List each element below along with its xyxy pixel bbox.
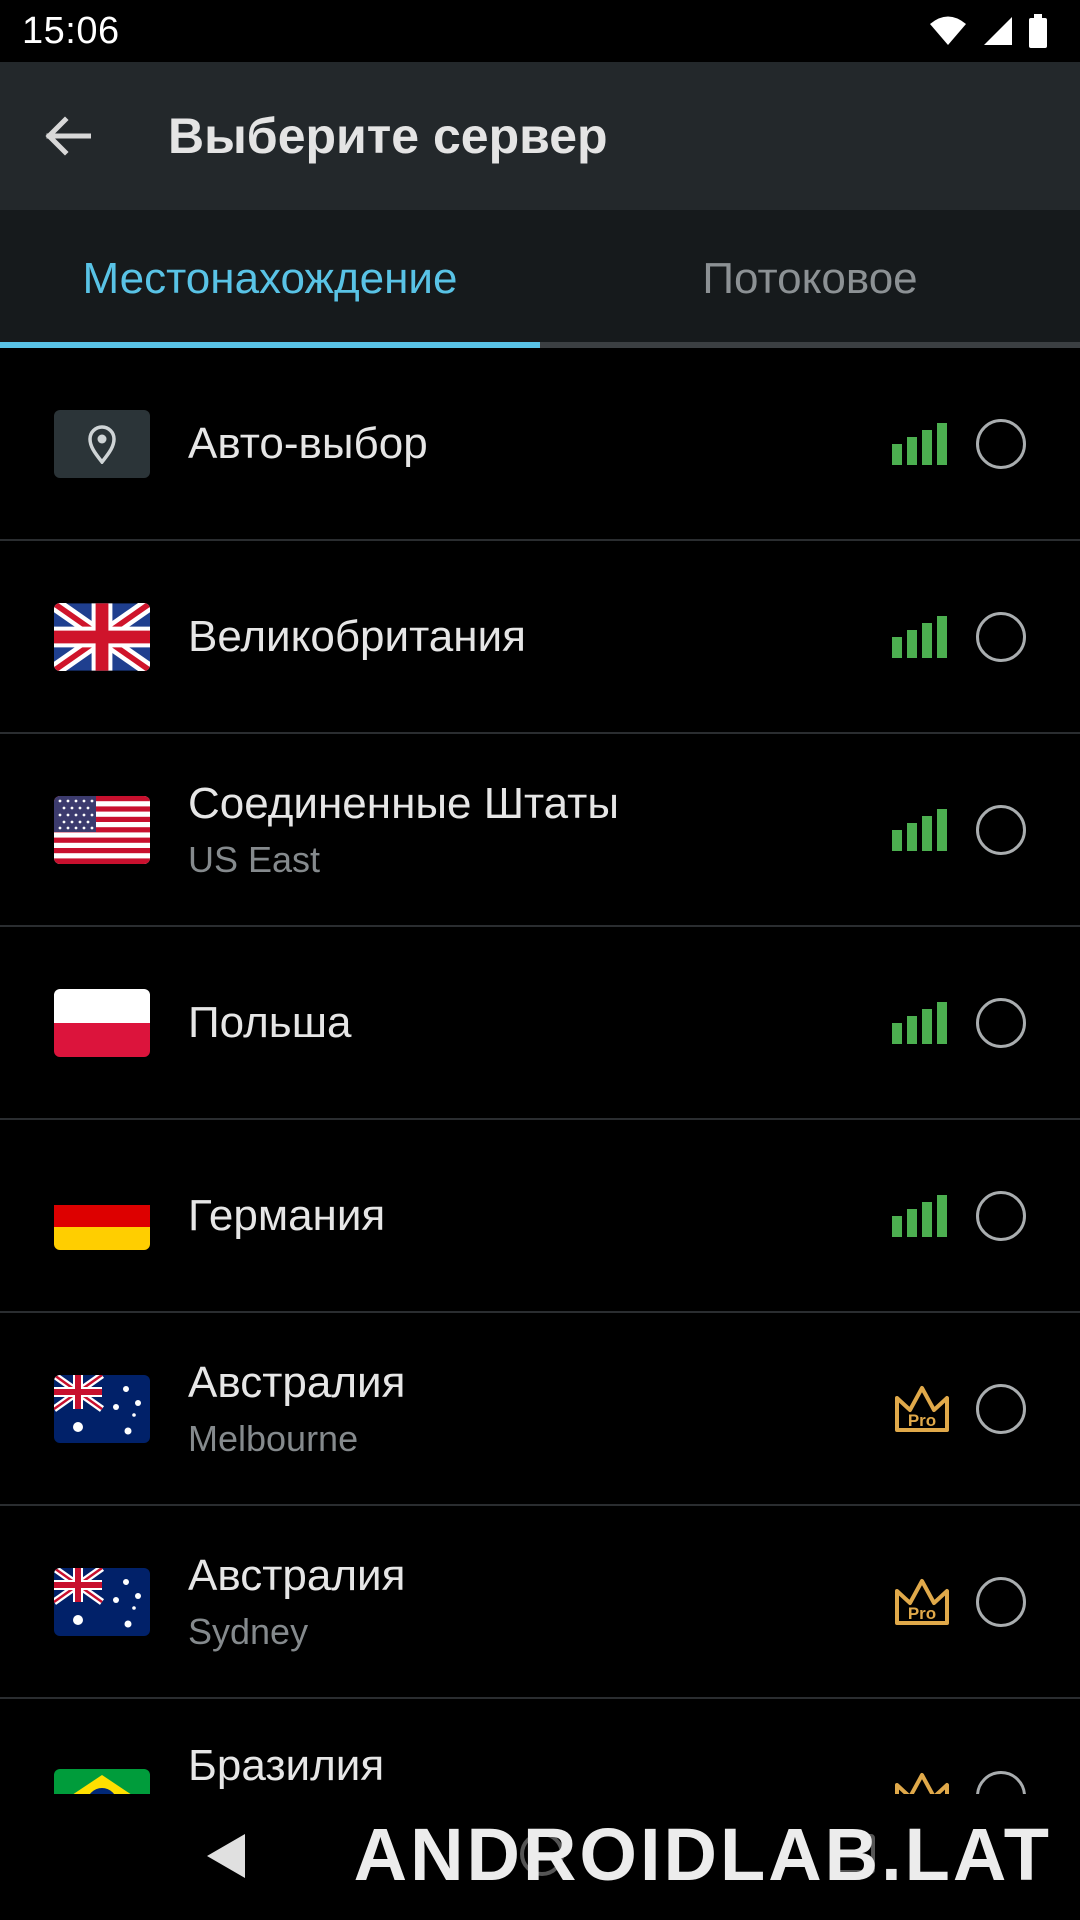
watermark: ANDROIDLAB.LAT xyxy=(353,1813,1052,1896)
server-text: Польша xyxy=(188,998,892,1048)
server-name: Соединенные Штаты xyxy=(188,778,619,828)
server-text: Соединенные Штаты US East xyxy=(188,779,892,881)
server-row-de[interactable]: Германия xyxy=(0,1120,1080,1313)
server-name: Германия xyxy=(188,1190,386,1240)
server-radio[interactable] xyxy=(976,1190,1026,1241)
server-row-us[interactable]: Соединенные Штаты US East xyxy=(0,734,1080,927)
tab-streaming-label: Потоковое xyxy=(702,254,918,303)
server-text: Австралия Melbourne xyxy=(188,1358,892,1460)
server-row-br[interactable]: Бразилия xyxy=(0,1699,1080,1794)
tab-bar: Местонахождение Потоковое xyxy=(0,210,1080,348)
nav-back-icon[interactable] xyxy=(205,1832,249,1880)
server-name: Великобритания xyxy=(188,611,526,661)
app-bar: Выберите сервер xyxy=(0,62,1080,210)
server-name: Австралия xyxy=(188,1357,406,1407)
server-radio[interactable] xyxy=(976,611,1026,662)
server-text: Великобритания xyxy=(188,612,892,662)
status-time: 15:06 xyxy=(22,9,120,52)
server-text: Бразилия xyxy=(188,1741,892,1791)
server-radio[interactable] xyxy=(976,1576,1026,1627)
flag-us-icon xyxy=(54,795,150,864)
flag-au-icon xyxy=(54,1567,150,1636)
tab-location-label: Местонахождение xyxy=(82,254,458,303)
server-text: Австралия Sydney xyxy=(188,1551,892,1653)
server-name: Австралия xyxy=(188,1550,406,1600)
server-radio[interactable] xyxy=(976,804,1026,855)
server-list[interactable]: Авто-выбор Великобритания Соединенные Шт… xyxy=(0,348,1080,1794)
server-row-auto[interactable]: Авто-выбор xyxy=(0,348,1080,541)
server-text: Авто-выбор xyxy=(188,419,892,469)
pro-crown-icon: Pro xyxy=(895,1578,949,1625)
server-radio[interactable] xyxy=(976,418,1026,469)
flag-br-icon xyxy=(54,1769,150,1794)
server-location: Melbourne xyxy=(188,1417,359,1459)
flag-au-icon xyxy=(54,1374,150,1443)
status-icons xyxy=(928,14,1048,48)
pro-crown-icon: Pro xyxy=(895,1385,949,1432)
flag-uk-icon xyxy=(54,602,150,671)
pro-label: Pro xyxy=(908,1411,936,1430)
tab-streaming[interactable]: Потоковое xyxy=(540,210,1080,348)
flag-de-icon xyxy=(54,1181,150,1250)
server-text: Германия xyxy=(188,1191,892,1241)
server-location: Sydney xyxy=(188,1610,309,1652)
signal-strength-icon xyxy=(892,1001,947,1044)
server-row-pl[interactable]: Польша xyxy=(0,927,1080,1120)
battery-icon xyxy=(1029,14,1047,48)
server-name: Польша xyxy=(188,997,352,1047)
tab-location[interactable]: Местонахождение xyxy=(0,210,540,348)
server-row-uk[interactable]: Великобритания xyxy=(0,541,1080,734)
signal-strength-icon xyxy=(892,615,947,658)
signal-strength-icon xyxy=(892,422,947,465)
back-button[interactable] xyxy=(28,96,108,176)
signal-strength-icon xyxy=(892,808,947,851)
server-radio[interactable] xyxy=(976,1383,1026,1434)
server-radio[interactable] xyxy=(976,1771,1026,1794)
signal-strength-icon xyxy=(892,1194,947,1237)
server-row-au-sydney[interactable]: Австралия Sydney Pro xyxy=(0,1506,1080,1699)
server-location: US East xyxy=(188,838,321,880)
server-radio[interactable] xyxy=(976,997,1026,1048)
flag-pl-icon xyxy=(54,988,150,1057)
arrow-back-icon xyxy=(45,116,91,156)
wifi-icon xyxy=(930,16,966,45)
pro-crown-icon xyxy=(895,1773,949,1794)
pro-label: Pro xyxy=(908,1604,936,1623)
cell-signal-icon xyxy=(984,17,1012,45)
auto-location-icon xyxy=(54,409,150,478)
page-title: Выберите сервер xyxy=(168,108,608,164)
status-bar: 15:06 xyxy=(0,0,1080,62)
server-name: Бразилия xyxy=(188,1741,385,1790)
server-name: Авто-выбор xyxy=(188,418,428,468)
server-row-au-melbourne[interactable]: Австралия Melbourne Pro xyxy=(0,1313,1080,1506)
